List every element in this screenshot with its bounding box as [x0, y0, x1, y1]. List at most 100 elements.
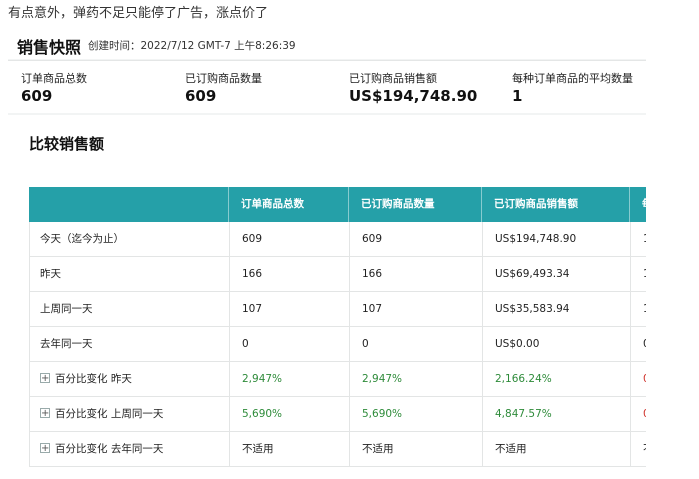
table-cell: 166: [362, 268, 383, 280]
kpi-label: 订单商品总数: [21, 72, 87, 85]
table-cell: 609: [362, 233, 383, 245]
column-header[interactable]: 已订购商品数量: [361, 187, 435, 222]
table-row: + 百分比变化 上周同一天 5,690% 5,690% 4,847.57% 0: [29, 397, 646, 432]
row-label-text: 百分比变化 上周同一天: [55, 408, 164, 420]
table-cell: 不适用: [242, 443, 274, 455]
column-divider: [630, 257, 631, 291]
column-divider: [482, 327, 483, 361]
kpi-label: 已订购商品数量: [185, 72, 262, 85]
table-cell: US$0.00: [495, 338, 540, 350]
row-label-text: 昨天: [40, 268, 61, 280]
column-divider: [349, 222, 350, 256]
table-cell: 5,690%: [242, 408, 283, 420]
table-row: + 百分比变化 昨天 2,947% 2,947% 2,166.24% 0: [29, 362, 646, 397]
table-cell: US$194,748.90: [495, 233, 577, 245]
column-divider: [229, 362, 230, 396]
column-divider: [630, 397, 631, 431]
table-cell: 0: [362, 338, 369, 350]
table-cell: 0: [643, 397, 646, 431]
column-divider: [482, 432, 483, 466]
column-divider: [349, 327, 350, 361]
column-divider: [349, 397, 350, 431]
table-cell: 0: [643, 327, 646, 361]
column-divider: [229, 222, 230, 256]
column-divider: [228, 187, 229, 222]
table-row: 今天（迄今为止） 609 609 US$194,748.90 1: [29, 222, 646, 257]
compare-sales-title: 比较销售额: [29, 135, 105, 153]
column-divider: [229, 397, 230, 431]
column-divider: [482, 222, 483, 256]
column-divider: [349, 432, 350, 466]
expand-plus-icon[interactable]: +: [40, 373, 50, 384]
table-cell: 5,690%: [362, 408, 403, 420]
column-divider: [229, 257, 230, 291]
column-divider: [630, 292, 631, 326]
column-divider: [349, 257, 350, 291]
row-label-text: 今天（迄今为止）: [40, 233, 124, 245]
kpi-value: 609: [185, 87, 217, 105]
table-cell: 不适用: [495, 443, 527, 455]
expand-plus-icon[interactable]: +: [40, 443, 50, 454]
row-label: + 百分比变化 昨天: [40, 362, 132, 396]
kpi-units-ordered: 已订购商品数量 609: [185, 70, 262, 105]
table-cell: 0: [643, 362, 646, 396]
table-cell: 2,947%: [362, 373, 403, 385]
row-label-text: 百分比变化 去年同一天: [55, 443, 164, 455]
created-timestamp: 创建时间：2022/7/12 GMT-7 上午8:26:39: [88, 40, 296, 52]
table-row: + 百分比变化 去年同一天 不适用 不适用 不适用 不: [29, 432, 646, 467]
table-row: 昨天 166 166 US$69,493.34 1: [29, 257, 646, 292]
table-cell: 609: [242, 233, 263, 245]
post-caption: 有点意外，弹药不足只能停了广告，涨点价了: [8, 6, 269, 21]
row-label: 昨天: [40, 257, 61, 291]
kpi-avg-units-per-order-item: 每种订单商品的平均数量 1: [512, 70, 633, 105]
table-cell: 1: [643, 257, 646, 291]
table-cell: 2,166.24%: [495, 373, 552, 385]
kpi-ordered-product-sales: 已订购商品销售额 US$194,748.90: [349, 70, 477, 105]
column-divider: [349, 362, 350, 396]
kpi-value: 609: [21, 87, 53, 105]
column-divider: [229, 327, 230, 361]
row-label: 今天（迄今为止）: [40, 222, 124, 256]
table-body: 今天（迄今为止） 609 609 US$194,748.90 1 昨天 166 166 US$6…: [29, 222, 646, 467]
column-divider: [482, 292, 483, 326]
column-divider: [630, 362, 631, 396]
column-header[interactable]: 订单商品总数: [241, 187, 304, 222]
kpi-value: US$194,748.90: [349, 87, 478, 105]
column-header[interactable]: 已订购商品销售额: [494, 187, 578, 222]
column-divider: [630, 327, 631, 361]
column-divider: [629, 187, 630, 222]
snapshot-header: 销售快照 创建时间：2022/7/12 GMT-7 上午8:26:39: [8, 29, 646, 59]
row-label: + 百分比变化 去年同一天: [40, 432, 163, 466]
compare-sales-table: 订单商品总数 已订购商品数量 已订购商品销售额 每 今天（迄今为止） 609 609…: [29, 187, 646, 467]
table-cell: 107: [242, 303, 263, 315]
table-cell: 0: [242, 338, 249, 350]
row-label-text: 去年同一天: [40, 338, 93, 350]
table-cell: 1: [643, 222, 646, 256]
column-divider: [482, 257, 483, 291]
kpi-summary-row: 订单商品总数 609 已订购商品数量 609 已订购商品销售额 US$194,7…: [8, 60, 646, 113]
kpi-label: 已订购商品销售额: [349, 72, 437, 85]
table-cell: 不适用: [362, 443, 394, 455]
table-cell: US$69,493.34: [495, 268, 570, 280]
sales-snapshot-panel: 销售快照 创建时间：2022/7/12 GMT-7 上午8:26:39 订单商品…: [8, 29, 646, 467]
kpi-total-order-items: 订单商品总数 609: [21, 70, 87, 105]
table-cell: 4,847.57%: [495, 408, 552, 420]
table-cell: 2,947%: [242, 373, 283, 385]
column-divider: [630, 222, 631, 256]
expand-plus-icon[interactable]: +: [40, 408, 50, 419]
table-cell: 166: [242, 268, 263, 280]
column-divider: [349, 292, 350, 326]
column-divider: [229, 292, 230, 326]
table-row: 上周同一天 107 107 US$35,583.94 1: [29, 292, 646, 327]
kpi-value: 1: [512, 87, 523, 105]
table-row: 去年同一天 0 0 US$0.00 0: [29, 327, 646, 362]
table-cell: 1: [643, 292, 646, 326]
table-cell: 不: [643, 432, 646, 466]
column-header[interactable]: 每: [642, 187, 646, 222]
row-label: 去年同一天: [40, 327, 93, 361]
kpi-label: 每种订单商品的平均数量: [512, 72, 633, 85]
table-cell: 107: [362, 303, 383, 315]
row-label-text: 百分比变化 昨天: [55, 373, 132, 385]
column-divider: [482, 397, 483, 431]
row-label: + 百分比变化 上周同一天: [40, 397, 163, 431]
